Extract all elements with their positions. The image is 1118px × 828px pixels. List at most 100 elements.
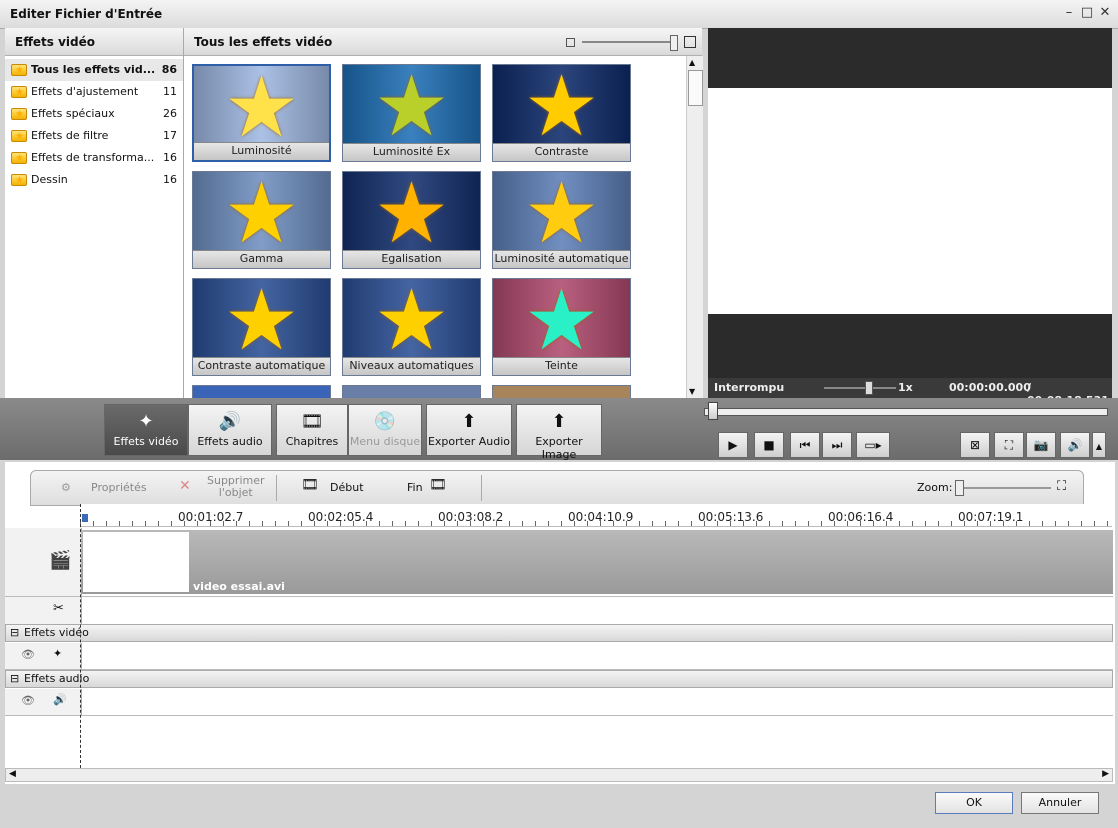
scroll-down-icon[interactable]: ▼ bbox=[689, 387, 695, 396]
zoom-slider[interactable] bbox=[955, 487, 1051, 489]
effect-thumbnail[interactable] bbox=[342, 385, 481, 398]
category-item[interactable]: Effets de transforma... 16 bbox=[5, 147, 183, 170]
category-item[interactable]: Dessin 16 bbox=[5, 169, 183, 192]
timeline-toolbar: ⚙ Propriétés ✕ Supprimer l'objet 🎞 Début … bbox=[30, 470, 1084, 506]
scroll-right-icon[interactable]: ▶ bbox=[1102, 769, 1109, 779]
timeline-ruler[interactable]: 00:01:02.7 00:02:05.4 00:03:08.2 00:04:1… bbox=[80, 504, 1112, 527]
menu-disque-button[interactable]: 💿 Menu disque bbox=[348, 404, 422, 456]
video-effects-header: 👁 ✦ bbox=[5, 643, 82, 669]
audio-effects-icon: 🔊 bbox=[218, 411, 242, 432]
star-icon: ★ bbox=[373, 64, 450, 155]
effets-video-button[interactable]: ✦ Effets vidéo bbox=[104, 404, 188, 456]
video-track: 🎬 video essai.avi bbox=[5, 528, 1113, 597]
maximize-icon[interactable]: □ bbox=[1078, 5, 1096, 21]
star-icon: ★ bbox=[523, 278, 600, 369]
star-icon: ★ bbox=[223, 171, 300, 262]
frame-button[interactable]: ▭▸ bbox=[856, 432, 890, 458]
play-button[interactable]: ▶ bbox=[718, 432, 748, 458]
next-button[interactable]: ⏭ bbox=[822, 432, 852, 458]
thumbnail-size-slider[interactable] bbox=[582, 41, 674, 43]
seek-bar[interactable] bbox=[704, 408, 1108, 416]
scroll-up-icon[interactable]: ▲ bbox=[689, 58, 695, 67]
gear-icon: ⚙ bbox=[61, 481, 71, 494]
exporter-image-button[interactable]: ⬆ Exporter Image bbox=[516, 404, 602, 461]
group-effets-video[interactable]: Effets vidéo bbox=[5, 624, 1113, 642]
eye-icon[interactable]: 👁 bbox=[21, 648, 35, 661]
effect-thumbnail[interactable] bbox=[192, 385, 331, 398]
stop-icon: ■ bbox=[763, 438, 775, 452]
skip-back-icon: ⏮ bbox=[799, 438, 811, 452]
fit-screen-button[interactable]: ⛶ bbox=[994, 432, 1024, 458]
effect-thumbnail[interactable]: ★ Gamma bbox=[192, 171, 331, 269]
effets-audio-button[interactable]: 🔊 Effets audio bbox=[188, 404, 272, 456]
timeline-hscrollbar[interactable]: ◀ ▶ bbox=[5, 768, 1113, 782]
cancel-button[interactable]: Annuler bbox=[1021, 792, 1099, 814]
category-item[interactable]: Effets de filtre 17 bbox=[5, 125, 183, 148]
effect-thumbnail[interactable]: ★ Contraste bbox=[492, 64, 631, 162]
play-icon: ▶ bbox=[728, 438, 738, 452]
star-icon: ★ bbox=[223, 64, 300, 156]
snapshot-button[interactable]: 📷 bbox=[1026, 432, 1056, 458]
large-size-icon[interactable] bbox=[684, 36, 696, 48]
fit-screen-icon: ⛶ bbox=[1004, 438, 1014, 452]
proprietes-button[interactable]: Propriétés bbox=[91, 481, 147, 494]
scroll-thumb[interactable] bbox=[688, 70, 703, 106]
effect-thumbnail[interactable]: ★ Contraste automatique bbox=[192, 278, 331, 376]
zoom-slider-handle[interactable] bbox=[955, 480, 964, 496]
effect-label: Egalisation bbox=[343, 250, 480, 268]
export-audio-icon: ⬆ bbox=[461, 411, 477, 432]
effect-thumbnail[interactable]: ★ Luminosité bbox=[192, 64, 331, 162]
close-icon[interactable]: ✕ bbox=[1096, 5, 1114, 21]
volume-button[interactable]: 🔊 bbox=[1060, 432, 1090, 458]
ruler-label: 00:01:02.7 bbox=[178, 510, 244, 524]
zoom-label: Zoom: bbox=[917, 481, 953, 494]
title-bar: Editer Fichier d'Entrée – □ ✕ bbox=[0, 0, 1118, 29]
clip-thumbnail bbox=[83, 532, 189, 592]
group-effets-audio[interactable]: Effets audio bbox=[5, 670, 1113, 688]
speed-slider-handle[interactable] bbox=[865, 381, 873, 395]
speed-slider[interactable] bbox=[824, 387, 896, 389]
category-item[interactable]: Effets spéciaux 26 bbox=[5, 103, 183, 126]
effect-label: Luminosité bbox=[194, 142, 329, 160]
button-label: Exporter Image bbox=[535, 435, 583, 461]
exporter-audio-button[interactable]: ⬆ Exporter Audio bbox=[426, 404, 512, 456]
stop-button[interactable]: ■ bbox=[754, 432, 784, 458]
window-title: Editer Fichier d'Entrée bbox=[10, 7, 163, 21]
cut-track-header: ✂ bbox=[5, 597, 82, 624]
supprimer-label-2: l'objet bbox=[218, 486, 253, 499]
start-marker-icon: 🎞 bbox=[301, 477, 319, 493]
effects-header-label: Tous les effets vidéo bbox=[194, 35, 333, 49]
zoom-fit-icon[interactable]: ⛶ bbox=[1057, 479, 1066, 494]
scroll-left-icon[interactable]: ◀ bbox=[9, 769, 16, 779]
chapitres-button[interactable]: 🎞 Chapitres bbox=[276, 404, 348, 456]
split-button[interactable]: ⊠ bbox=[960, 432, 990, 458]
clapper-icon: 🎬 bbox=[49, 550, 72, 571]
debut-button[interactable]: Début bbox=[330, 481, 364, 494]
scissors-icon: ✂ bbox=[53, 601, 64, 616]
star-icon: ★ bbox=[523, 171, 600, 262]
effects-scrollbar[interactable]: ▲ ▼ bbox=[686, 56, 703, 398]
effect-thumbnail[interactable]: ★ Egalisation bbox=[342, 171, 481, 269]
eye-icon[interactable]: 👁 bbox=[21, 694, 35, 707]
slider-handle[interactable] bbox=[670, 35, 678, 51]
effect-thumbnail[interactable]: ★ Luminosité Ex bbox=[342, 64, 481, 162]
fin-button[interactable]: Fin bbox=[407, 481, 423, 494]
folder-icon bbox=[11, 126, 27, 148]
ruler-label: 00:05:13.6 bbox=[698, 510, 764, 524]
effect-thumbnail[interactable] bbox=[492, 385, 631, 398]
effect-thumbnail[interactable]: ★ Niveaux automatiques bbox=[342, 278, 481, 376]
seek-handle[interactable] bbox=[708, 402, 718, 420]
video-clip[interactable]: video essai.avi bbox=[81, 530, 1113, 594]
supprimer-button[interactable]: Supprimer l'objet bbox=[207, 475, 265, 499]
category-list: Tous les effets vid... 86 Effets d'ajuste… bbox=[5, 56, 183, 192]
star-icon: ★ bbox=[223, 278, 300, 369]
category-item[interactable]: Tous les effets vid... 86 bbox=[5, 59, 183, 82]
volume-menu-button[interactable]: ▲ bbox=[1092, 432, 1106, 458]
previous-button[interactable]: ⏮ bbox=[790, 432, 820, 458]
small-size-icon[interactable] bbox=[566, 38, 575, 47]
effect-thumbnail[interactable]: ★ Luminosité automatique bbox=[492, 171, 631, 269]
effect-thumbnail[interactable]: ★ Teinte bbox=[492, 278, 631, 376]
minimize-icon[interactable]: – bbox=[1060, 5, 1078, 21]
category-item[interactable]: Effets d'ajustement 11 bbox=[5, 81, 183, 104]
ok-button[interactable]: OK bbox=[935, 792, 1013, 814]
